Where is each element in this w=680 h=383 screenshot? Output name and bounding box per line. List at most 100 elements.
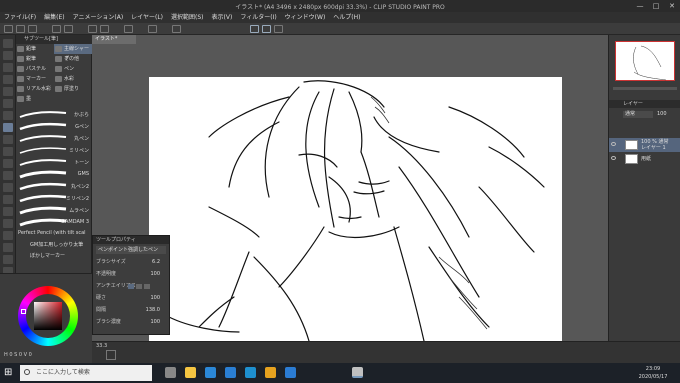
blend-mode-select[interactable]: 通常 xyxy=(623,111,653,118)
gradient-icon[interactable] xyxy=(3,219,13,228)
edge-icon[interactable] xyxy=(245,367,256,378)
pen-tool-icon[interactable] xyxy=(3,123,13,132)
menu-layer[interactable]: レイヤー(L) xyxy=(127,12,167,23)
brush-item[interactable]: 丸ペン xyxy=(18,132,90,144)
move-tool-icon[interactable] xyxy=(3,51,13,60)
hue-indicator[interactable] xyxy=(21,309,26,314)
ruler-tool-icon[interactable] xyxy=(3,255,13,264)
tool-property-header[interactable]: ツールプロパティ xyxy=(93,236,169,244)
file-explorer-icon[interactable] xyxy=(185,367,196,378)
prop-value[interactable]: 100 xyxy=(150,318,160,327)
eyedropper-icon[interactable] xyxy=(3,111,13,120)
antialias-option-icon[interactable] xyxy=(144,284,150,289)
transform-icon[interactable] xyxy=(148,25,157,33)
menu-window[interactable]: ウィンドウ(W) xyxy=(281,12,330,23)
selection-icon[interactable] xyxy=(3,87,13,96)
brush-item[interactable]: 丸ペン2 xyxy=(18,180,90,192)
deselect-icon[interactable] xyxy=(100,25,109,33)
fill-icon[interactable] xyxy=(124,25,133,33)
menu-file[interactable]: ファイル(F) xyxy=(0,12,40,23)
redo-icon[interactable] xyxy=(64,25,73,33)
brush-item[interactable]: トーン xyxy=(18,156,90,168)
clip-studio-icon[interactable] xyxy=(352,367,363,378)
document-tab[interactable]: イラスト* xyxy=(92,35,136,44)
snap-grid-icon[interactable] xyxy=(262,25,271,33)
zoom-tool-icon[interactable] xyxy=(3,39,13,48)
brush-item[interactable]: Perfect Pencil (with tilt scal xyxy=(18,229,90,238)
navigator-preview[interactable] xyxy=(615,41,675,81)
layer-row-1[interactable]: 100 % 通常 レイヤー 1 xyxy=(609,138,680,152)
fill-tool-icon[interactable] xyxy=(3,207,13,216)
frame-icon[interactable] xyxy=(3,243,13,252)
zoom-slider[interactable] xyxy=(613,87,677,90)
clear-icon[interactable] xyxy=(88,25,97,33)
chrome-icon[interactable] xyxy=(265,367,276,378)
airbrush-icon[interactable] xyxy=(3,159,13,168)
operation-tool-icon[interactable] xyxy=(3,63,13,72)
close-button[interactable]: ✕ xyxy=(664,1,680,11)
brush-item[interactable]: Gペン xyxy=(18,120,90,132)
antialias-option-icon[interactable] xyxy=(128,284,134,289)
system-clock[interactable]: 23:09 2020/05/17 xyxy=(634,365,672,381)
subtool-category-pastel[interactable]: パステル xyxy=(16,64,54,74)
brush-item[interactable]: ぼかしマーカー xyxy=(18,251,90,260)
brush-item[interactable]: GMS xyxy=(18,168,90,180)
task-view-icon[interactable] xyxy=(165,367,176,378)
subtool-category-pen[interactable]: ペン xyxy=(54,64,92,74)
frame-icon[interactable] xyxy=(106,350,116,360)
brush-item[interactable]: かぶら xyxy=(18,108,90,120)
taskbar-search-input[interactable]: ここに入力して検索 xyxy=(20,365,152,381)
menu-filter[interactable]: フィルター(I) xyxy=(236,12,280,23)
prop-brush-size[interactable]: ブラシサイズ 6.2 xyxy=(96,258,168,267)
canvas-paper[interactable] xyxy=(149,77,562,342)
open-file-icon[interactable] xyxy=(16,25,25,33)
layer-row-paper[interactable]: 用紙 xyxy=(609,152,680,166)
eye-icon[interactable] xyxy=(611,142,616,146)
minimize-button[interactable]: — xyxy=(632,1,648,11)
subtool-category-watercolor[interactable]: 水彩 xyxy=(54,74,92,84)
windows-start-icon[interactable]: ⊞ xyxy=(4,367,15,378)
snap-ruler-icon[interactable] xyxy=(274,25,283,33)
auto-select-icon[interactable] xyxy=(3,99,13,108)
brush-item[interactable]: ミリペン2 xyxy=(18,192,90,204)
subtool-category-other[interactable]: その他 xyxy=(54,54,92,64)
menu-animation[interactable]: アニメーション(A) xyxy=(69,12,128,23)
subtool-category-thick-paint[interactable]: 厚塗り xyxy=(54,84,92,94)
save-icon[interactable] xyxy=(28,25,37,33)
prop-opacity[interactable]: 不透明度 100 xyxy=(96,270,168,279)
blend-icon[interactable] xyxy=(3,195,13,204)
move-layer-icon[interactable] xyxy=(3,75,13,84)
prop-brush-density[interactable]: ブラシ濃度 100 xyxy=(96,318,168,327)
subtool-category-ink[interactable]: 墨 xyxy=(16,94,54,104)
prop-hardness[interactable]: 硬さ 100 xyxy=(96,294,168,303)
prop-spacing[interactable]: 間隔 138.0 xyxy=(96,306,168,315)
antialias-option-icon[interactable] xyxy=(136,284,142,289)
eye-icon[interactable] xyxy=(611,156,616,160)
subtool-category-pencil[interactable]: 鉛筆 xyxy=(16,44,54,54)
brush-item[interactable]: ムラペン xyxy=(18,204,90,216)
brush-tool-icon[interactable] xyxy=(3,147,13,156)
prop-value[interactable]: 138.0 xyxy=(146,306,160,315)
brush-item[interactable]: ミリペン xyxy=(18,144,90,156)
decoration-icon[interactable] xyxy=(3,171,13,180)
ruler-icon[interactable] xyxy=(172,25,181,33)
prop-value[interactable]: 100 xyxy=(150,294,160,303)
subtool-category-real-watercolor[interactable]: リアル水彩 xyxy=(16,84,54,94)
subtool-category-sharp[interactable]: 鋭筆 xyxy=(16,54,54,64)
prop-value[interactable]: 6.2 xyxy=(152,258,160,267)
saturation-value-square[interactable] xyxy=(34,302,62,330)
maximize-button[interactable]: □ xyxy=(648,1,664,11)
pencil-tool-icon[interactable] xyxy=(3,135,13,144)
snap-icon[interactable] xyxy=(250,25,259,33)
subtool-category-marker[interactable]: マーカー xyxy=(16,74,54,84)
undo-icon[interactable] xyxy=(52,25,61,33)
prop-value[interactable]: 100 xyxy=(150,270,160,279)
menu-view[interactable]: 表示(V) xyxy=(208,12,237,23)
menu-help[interactable]: ヘルプ(H) xyxy=(329,12,364,23)
edge-legacy-icon[interactable] xyxy=(285,367,296,378)
prop-antialias[interactable]: アンチエイリアス xyxy=(96,282,168,291)
zoom-readout[interactable]: 33.3 xyxy=(96,343,107,349)
new-file-icon[interactable] xyxy=(4,25,13,33)
brush-item[interactable]: DAMDAM 3 xyxy=(18,216,90,228)
layer-opacity[interactable]: 100 xyxy=(657,111,667,117)
